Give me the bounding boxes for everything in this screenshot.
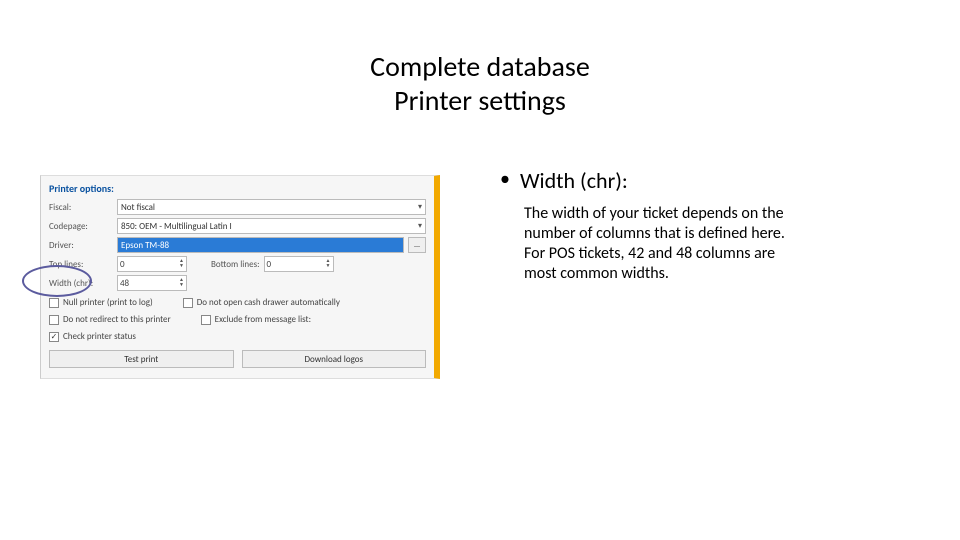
width-spinner[interactable]: 48 ▲▼ [117,275,187,291]
button-row: Test print Download logos [49,350,426,368]
check-no-cash-drawer[interactable]: Do not open cash drawer automatically [183,297,340,308]
download-logos-button[interactable]: Download logos [242,350,427,368]
no-redirect-label: Do not redirect to this printer [63,314,171,325]
checkbox-icon [183,298,193,308]
row-driver: Driver: Epson TM-88 ... [49,237,426,253]
null-printer-label: Null printer (print to log) [63,297,153,308]
ellipsis-icon: ... [414,240,420,250]
codepage-label: Codepage: [49,221,113,232]
fiscal-select[interactable]: Not fiscal ▾ [117,199,426,215]
row-fiscal: Fiscal: Not fiscal ▾ [49,199,426,215]
row-codepage: Codepage: 850: OEM - Multilingual Latin … [49,218,426,234]
panel-wrap: Printer options: Fiscal: Not fiscal ▾ Co… [40,157,440,379]
right-text: • Width (chr): The width of your ticket … [500,157,920,284]
title-line-2: Printer settings [394,83,566,118]
checkbox-checked-icon: ✓ [49,332,59,342]
spinner-arrows-icon: ▲▼ [179,259,184,269]
spinner-arrows-icon: ▲▼ [326,259,331,269]
driver-label: Driver: [49,240,113,251]
exclude-msg-label: Exclude from message list: [215,314,311,325]
content-row: Printer options: Fiscal: Not fiscal ▾ Co… [0,117,960,379]
spinner-arrows-icon: ▲▼ [179,278,184,288]
printer-options-panel: Printer options: Fiscal: Not fiscal ▾ Co… [40,175,440,379]
check-exclude-msg[interactable]: Exclude from message list: [201,314,311,325]
row-width: Width (chr): 48 ▲▼ [49,275,426,291]
codepage-select[interactable]: 850: OEM - Multilingual Latin I ▾ [117,218,426,234]
description-text: The width of your ticket depends on the … [500,204,800,284]
checkbox-icon [49,298,59,308]
checkbox-icon [49,315,59,325]
check-null-printer[interactable]: Null printer (print to log) [49,297,153,308]
toplines-value: 0 [120,259,125,270]
check-row-1: Null printer (print to log) Do not open … [49,294,426,311]
bullet-text: Width (chr): [520,167,628,194]
check-row-2: Do not redirect to this printer Exclude … [49,311,426,328]
bullet-item: • Width (chr): [500,167,920,194]
driver-value: Epson TM-88 [121,240,169,251]
check-no-redirect[interactable]: Do not redirect to this printer [49,314,171,325]
title-line-1: Complete database [370,49,590,84]
test-print-label: Test print [124,354,158,365]
width-label: Width (chr): [49,278,113,289]
row-lines: Top lines: 0 ▲▼ Bottom lines: 0 ▲▼ [49,256,426,272]
bottomlines-label: Bottom lines: [211,259,260,270]
bottomlines-value: 0 [267,259,272,270]
fiscal-label: Fiscal: [49,202,113,213]
chevron-down-icon: ▾ [418,221,422,231]
test-print-button[interactable]: Test print [49,350,234,368]
fiscal-value: Not fiscal [121,202,155,213]
section-header: Printer options: [49,182,426,195]
slide-title: Complete database Printer settings [0,0,960,117]
width-value: 48 [120,278,129,289]
no-cash-drawer-label: Do not open cash drawer automatically [197,297,340,308]
check-printer-status[interactable]: ✓ Check printer status [49,331,426,342]
codepage-value: 850: OEM - Multilingual Latin I [121,221,232,232]
download-logos-label: Download logos [304,354,363,365]
toplines-label: Top lines: [49,259,113,270]
bullet-dot-icon: • [500,167,510,191]
driver-browse-button[interactable]: ... [408,237,426,253]
driver-select[interactable]: Epson TM-88 [117,237,404,253]
check-status-label: Check printer status [63,331,136,342]
toplines-spinner[interactable]: 0 ▲▼ [117,256,187,272]
chevron-down-icon: ▾ [418,202,422,212]
bottomlines-spinner[interactable]: 0 ▲▼ [264,256,334,272]
checkbox-icon [201,315,211,325]
